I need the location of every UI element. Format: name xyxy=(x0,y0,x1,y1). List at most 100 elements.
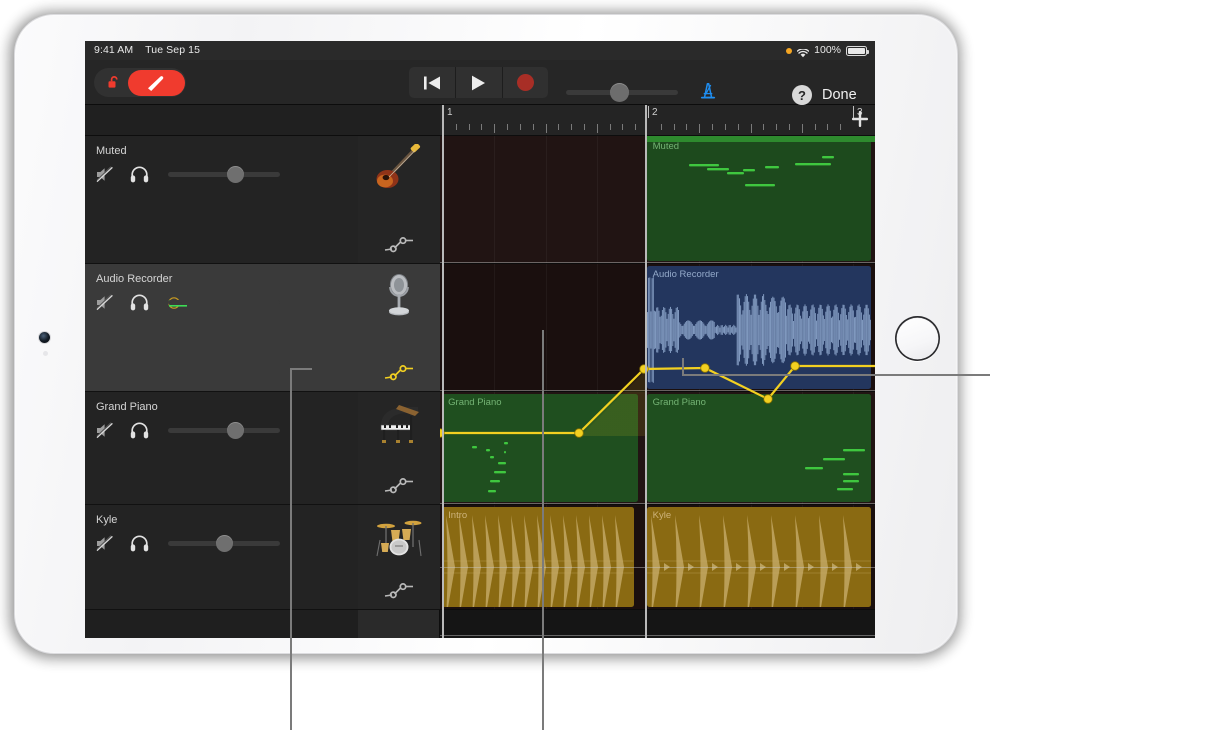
track-automation-button[interactable] xyxy=(384,583,414,599)
wifi-icon xyxy=(796,46,810,58)
status-bar-right: 100% xyxy=(786,41,869,60)
timeline-panel[interactable]: 123 MutedAudio RecorderGrand PianoGrand … xyxy=(440,105,875,638)
record-button[interactable] xyxy=(501,67,548,98)
region-label: Muted xyxy=(652,141,680,152)
timeline-lane-muted[interactable]: Muted xyxy=(440,136,875,264)
region-intro[interactable]: Intro xyxy=(442,507,634,607)
help-button[interactable]: ? xyxy=(792,85,812,105)
ruler-tick xyxy=(507,124,509,130)
ruler-tick xyxy=(622,124,624,130)
microphone-icon[interactable] xyxy=(375,272,423,318)
unlocked-padlock-icon[interactable] xyxy=(107,75,122,90)
track-automation-button[interactable] xyxy=(384,237,414,253)
region-muted[interactable]: Muted xyxy=(646,138,871,261)
ruler-tick xyxy=(545,124,547,133)
status-bar-left: 9:41 AM Tue Sep 15 xyxy=(94,41,200,60)
headphones-icon[interactable] xyxy=(130,535,149,552)
battery-percent: 100% xyxy=(814,44,841,56)
ruler-tick xyxy=(788,124,790,130)
track-volume-knob[interactable] xyxy=(215,535,233,552)
ruler-tick xyxy=(494,124,496,133)
ruler-tick xyxy=(455,124,457,130)
ruler-bar-number: 2 xyxy=(652,107,658,118)
ruler-bar-number: 1 xyxy=(447,107,453,118)
track-name-label: Grand Piano xyxy=(96,401,158,413)
page-root: 9:41 AM Tue Sep 15 100% ? Done Muted Aud… xyxy=(0,0,1229,745)
muted-speaker-icon[interactable] xyxy=(96,294,114,311)
ruler-tick xyxy=(583,124,585,130)
edit-mode-button[interactable] xyxy=(128,69,185,96)
drum-kit-icon[interactable] xyxy=(375,513,423,559)
track-volume-knob[interactable] xyxy=(226,166,244,183)
instrument-cell-muted[interactable] xyxy=(358,136,440,264)
region-label: Grand Piano xyxy=(652,397,706,408)
instrument-cell-grand-piano[interactable] xyxy=(358,392,440,505)
orange-dot-icon xyxy=(786,47,793,54)
track-automation-button[interactable] xyxy=(384,478,414,494)
grid-line xyxy=(596,264,598,391)
track-automation-button[interactable] xyxy=(384,365,414,381)
timeline-ruler[interactable]: 123 xyxy=(440,105,875,136)
automation-guide-line xyxy=(440,567,875,568)
control-bar: ? Done xyxy=(85,60,875,105)
region-audio-recorder[interactable]: Audio Recorder xyxy=(646,266,871,389)
playhead[interactable] xyxy=(442,105,444,638)
muted-speaker-icon[interactable] xyxy=(96,535,114,552)
ruler-tick xyxy=(596,124,598,133)
rewind-icon xyxy=(423,76,440,89)
home-button[interactable] xyxy=(895,316,940,361)
ruler-tick xyxy=(635,124,637,130)
ruler-tick xyxy=(660,124,662,130)
headphones-icon[interactable] xyxy=(130,294,149,311)
region-grand-piano[interactable]: Grand Piano xyxy=(442,394,638,502)
track-name-label: Audio Recorder xyxy=(96,273,173,285)
ruler-tick xyxy=(481,124,483,130)
track-header-audio-recorder[interactable]: Audio Recorder xyxy=(85,264,358,392)
timeline-lane-kyle[interactable]: Intro Kyle xyxy=(440,505,875,610)
status-bar: 9:41 AM Tue Sep 15 100% xyxy=(85,41,875,60)
play-icon xyxy=(472,75,486,90)
instrument-cell-kyle[interactable] xyxy=(358,505,440,610)
instrument-cell-audio-recorder[interactable] xyxy=(358,264,440,392)
track-name-label: Muted xyxy=(96,145,127,157)
ruler-tick xyxy=(571,124,573,130)
ruler-tick xyxy=(609,124,611,130)
ruler-bar-line xyxy=(648,106,649,118)
plus-icon[interactable] xyxy=(851,110,869,128)
automation-button-callout-elbow xyxy=(290,368,312,370)
track-header-grand-piano[interactable]: Grand Piano xyxy=(85,392,358,505)
playhead[interactable] xyxy=(645,105,647,638)
headphones-icon[interactable] xyxy=(130,422,149,439)
ruler-tick xyxy=(468,124,470,130)
ipad-screen: 9:41 AM Tue Sep 15 100% ? Done Muted Aud… xyxy=(85,41,875,638)
bass-guitar-icon[interactable] xyxy=(375,143,423,190)
ruler-tick xyxy=(801,124,803,133)
metronome-icon[interactable] xyxy=(697,80,719,102)
ruler-tick xyxy=(840,124,842,130)
pencil-icon xyxy=(145,75,167,91)
timeline-lane-audio-recorder[interactable]: Audio Recorder xyxy=(440,264,875,392)
ruler-tick xyxy=(737,124,739,130)
track-volume-slider[interactable] xyxy=(168,300,280,305)
grid-line xyxy=(494,264,496,391)
track-volume-slider[interactable] xyxy=(168,172,280,177)
muted-speaker-icon[interactable] xyxy=(96,422,114,439)
headphones-icon[interactable] xyxy=(130,166,149,183)
track-headers-panel: Muted Audio Recorder Grand Piano Kyle xyxy=(85,105,358,638)
region-grand-piano[interactable]: Grand Piano xyxy=(646,394,871,502)
ruler-tick xyxy=(558,124,560,130)
done-button[interactable]: Done xyxy=(822,85,857,105)
master-volume-knob[interactable] xyxy=(610,83,629,102)
timeline-lane-grand-piano[interactable]: Grand Piano Grand Piano xyxy=(440,392,875,505)
grand-piano-icon[interactable] xyxy=(375,400,423,446)
rewind-button[interactable] xyxy=(409,67,456,98)
track-volume-slider[interactable] xyxy=(168,428,280,433)
play-button[interactable] xyxy=(455,67,502,98)
automation-guide-line xyxy=(440,390,875,391)
region-kyle[interactable]: Kyle xyxy=(646,507,871,607)
track-volume-knob[interactable] xyxy=(226,422,244,439)
track-header-kyle[interactable]: Kyle xyxy=(85,505,358,610)
track-header-muted[interactable]: Muted xyxy=(85,136,358,264)
muted-speaker-icon[interactable] xyxy=(96,166,114,183)
track-headers-top-spacer xyxy=(85,105,358,136)
